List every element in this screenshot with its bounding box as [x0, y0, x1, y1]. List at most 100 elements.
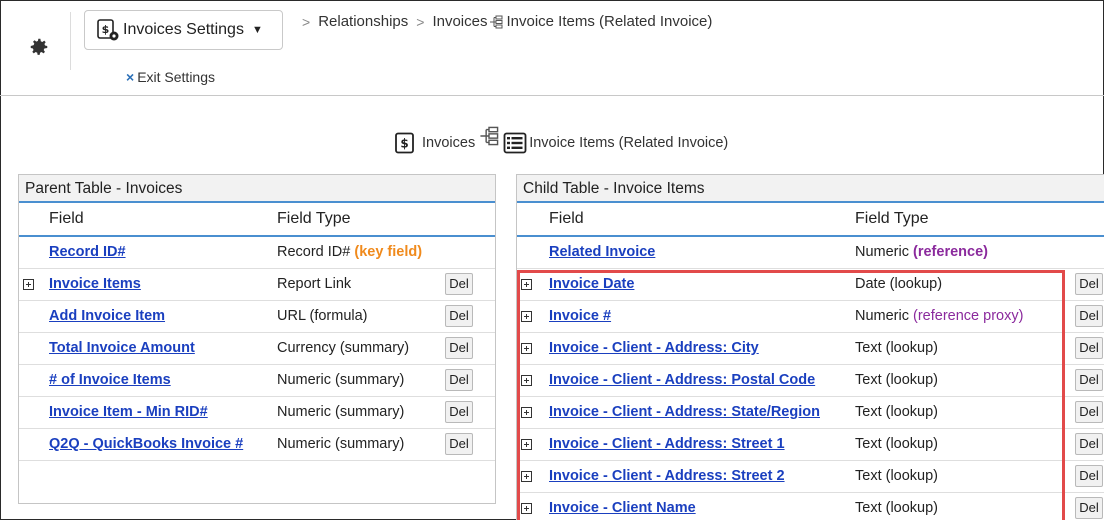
field-type-text: Currency (summary)	[277, 340, 410, 356]
del-cell: Del	[439, 268, 495, 301]
delete-field-button[interactable]: Del	[1075, 433, 1103, 455]
child-table-title: Child Table - Invoice Items	[517, 175, 1104, 203]
expand-plus-icon[interactable]	[23, 278, 34, 290]
del-cell: Del	[1069, 332, 1104, 365]
delete-field-button[interactable]: Del	[445, 273, 473, 295]
delete-field-button[interactable]: Del	[445, 337, 473, 359]
field-link[interactable]: Invoice Items	[49, 276, 141, 292]
table-row: Related Invoice Numeric (reference)	[517, 236, 1104, 269]
field-link[interactable]: Related Invoice	[549, 244, 655, 260]
gear-icon[interactable]	[28, 36, 50, 58]
expand-plus-icon[interactable]	[521, 342, 532, 354]
field-type-text: Numeric (summary)	[277, 436, 405, 452]
delete-field-button[interactable]: Del	[1075, 465, 1103, 487]
table-row: Record ID# Record ID# (key field)	[19, 236, 495, 269]
delete-field-button[interactable]: Del	[445, 401, 473, 423]
field-link[interactable]: Invoice - Client - Address: State/Region	[549, 404, 820, 420]
expand-plus-icon[interactable]	[521, 278, 532, 290]
field-link[interactable]: Add Invoice Item	[49, 308, 165, 324]
parent-table-panel: Parent Table - Invoices Field Field Type…	[18, 174, 496, 504]
field-link[interactable]: Invoice - Client - Address: Postal Code	[549, 372, 815, 388]
field-type-text: Record ID#	[277, 244, 351, 261]
field-cell: Invoice - Client - Address: Street 1	[543, 428, 849, 461]
delete-field-button[interactable]: Del	[445, 305, 473, 327]
close-icon: ×	[126, 69, 135, 85]
field-type-text: Text (lookup)	[855, 372, 939, 388]
expand-cell	[19, 364, 43, 397]
field-type-cell: Numeric (summary)	[271, 364, 439, 397]
field-link[interactable]: Q2Q - QuickBooks Invoice #	[49, 436, 243, 452]
table-row: Invoice - Client - Address: State/Region…	[517, 396, 1104, 429]
field-link[interactable]: Invoice - Client - Address: Street 2	[549, 468, 785, 484]
table-row: Invoice - Client - Address: Postal Code T…	[517, 364, 1104, 397]
field-link[interactable]: Record ID#	[49, 244, 126, 260]
expand-cell	[517, 492, 543, 520]
field-cell: Add Invoice Item	[43, 300, 271, 333]
table-row: # of Invoice Items Numeric (summary) Del	[19, 364, 495, 397]
field-type-text: Text (lookup)	[855, 500, 939, 516]
field-link[interactable]: Invoice - Client - Address: Street 1	[549, 436, 785, 452]
field-type-qualifier: (reference proxy)	[913, 308, 1024, 324]
expand-plus-icon[interactable]	[521, 470, 532, 482]
field-link[interactable]: Invoice Item - Min RID#	[49, 404, 208, 420]
field-type-cell: Text (lookup)	[849, 492, 1069, 520]
invoices-settings-dropdown[interactable]: $ Invoices Settings ▼	[84, 10, 283, 50]
breadcrumb-invoices[interactable]: Invoices	[432, 13, 487, 30]
delete-field-button[interactable]: Del	[445, 433, 473, 455]
field-type-qualifier: (reference)	[913, 244, 988, 261]
field-type-cell: Text (lookup)	[849, 396, 1069, 429]
field-link[interactable]: Invoice - Client - Address: City	[549, 340, 759, 356]
field-link[interactable]: # of Invoice Items	[49, 372, 171, 388]
delete-field-button[interactable]: Del	[1075, 497, 1103, 519]
field-type-cell: Text (lookup)	[849, 428, 1069, 461]
delete-field-button[interactable]: Del	[1075, 305, 1103, 327]
expand-plus-icon[interactable]	[521, 502, 532, 514]
field-type-column-header[interactable]: Field Type	[271, 203, 439, 237]
expand-cell	[19, 396, 43, 429]
expand-cell	[517, 428, 543, 461]
breadcrumb: > Relationships > Invoices Invoice Items…	[294, 13, 712, 30]
table-row: Invoice Items Report Link Del	[19, 268, 495, 301]
table-row: Invoice - Client - Address: Street 1 Text…	[517, 428, 1104, 461]
child-fields-table: Field Field Type Related Invoice Numeric …	[517, 203, 1104, 520]
svg-text:$: $	[400, 137, 408, 151]
delete-field-button[interactable]: Del	[1075, 369, 1103, 391]
exit-settings-link[interactable]: × Exit Settings	[126, 69, 215, 85]
field-column-header[interactable]: Field	[43, 203, 271, 237]
field-cell: Invoice - Client - Address: State/Region	[543, 396, 849, 429]
svg-text:$: $	[102, 23, 110, 36]
field-type-text: Numeric	[855, 308, 909, 324]
relation-parent-label: Invoices	[422, 135, 476, 151]
expand-plus-icon[interactable]	[521, 310, 532, 322]
field-type-column-header[interactable]: Field Type	[849, 203, 1069, 237]
field-type-cell: Text (lookup)	[849, 332, 1069, 365]
chevron-down-icon: ▼	[251, 24, 263, 36]
field-type-text: Numeric (summary)	[277, 372, 405, 388]
field-type-cell: Numeric (summary)	[271, 396, 439, 429]
parent-fields-table: Field Field Type Record ID# Record ID# (k…	[19, 203, 495, 461]
parent-table-title: Parent Table - Invoices	[19, 175, 495, 203]
breadcrumb-relationships[interactable]: Relationships	[318, 13, 408, 30]
field-type-cell: Currency (summary)	[271, 332, 439, 365]
delete-field-button[interactable]: Del	[1075, 273, 1103, 295]
field-link[interactable]: Invoice Date	[549, 276, 634, 292]
expand-plus-icon[interactable]	[521, 374, 532, 386]
field-cell: Total Invoice Amount	[43, 332, 271, 365]
delete-field-button[interactable]: Del	[1075, 337, 1103, 359]
field-link[interactable]: Invoice - Client Name	[549, 500, 696, 516]
field-column-header[interactable]: Field	[543, 203, 849, 237]
delete-field-button[interactable]: Del	[1075, 401, 1103, 423]
expand-plus-icon[interactable]	[521, 438, 532, 450]
breadcrumb-separator-icon: >	[302, 13, 311, 30]
del-cell: Del	[439, 428, 495, 461]
expand-plus-icon[interactable]	[521, 406, 532, 418]
del-cell	[439, 236, 495, 269]
invoice-settings-icon: $	[97, 19, 119, 41]
field-link[interactable]: Total Invoice Amount	[49, 340, 195, 356]
delete-field-button[interactable]: Del	[445, 369, 473, 391]
expand-column-header	[517, 203, 543, 237]
expand-cell	[19, 268, 43, 301]
expand-cell	[19, 428, 43, 461]
field-type-text: Text (lookup)	[855, 436, 939, 452]
field-link[interactable]: Invoice #	[549, 308, 611, 324]
